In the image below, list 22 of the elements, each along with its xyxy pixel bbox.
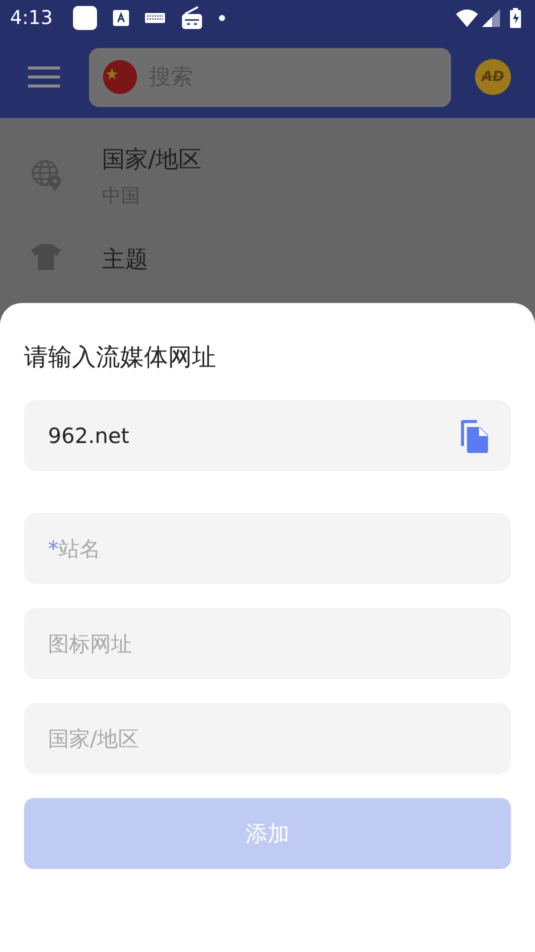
menu-icon[interactable] bbox=[28, 66, 60, 88]
input-field[interactable]: 962.net bbox=[24, 400, 511, 471]
keyboard-language-icon bbox=[112, 10, 129, 26]
shirt-icon bbox=[31, 244, 61, 270]
battery-icon bbox=[510, 8, 521, 28]
ad-block-badge[interactable]: AD bbox=[475, 59, 511, 95]
input-field[interactable]: 图标网址 bbox=[24, 608, 511, 679]
setting-title: 国家/地区 bbox=[102, 146, 202, 175]
input-field[interactable]: *站名 bbox=[24, 513, 511, 584]
paste-icon[interactable] bbox=[459, 418, 489, 452]
status-time: 4:13 bbox=[10, 7, 53, 29]
keyboard-icon bbox=[144, 13, 165, 23]
signal-icon bbox=[482, 9, 500, 27]
app-icon bbox=[72, 6, 97, 30]
radio-icon bbox=[180, 6, 203, 30]
input-field[interactable]: 国家/地区 bbox=[24, 703, 511, 774]
dialog-title: 请输入流媒体网址 bbox=[24, 342, 217, 373]
flag-icon[interactable] bbox=[103, 60, 137, 94]
wifi-icon bbox=[456, 9, 478, 27]
dot-icon bbox=[218, 15, 225, 21]
setting-title: 主题 bbox=[102, 246, 148, 274]
globe-location-icon bbox=[31, 158, 63, 190]
